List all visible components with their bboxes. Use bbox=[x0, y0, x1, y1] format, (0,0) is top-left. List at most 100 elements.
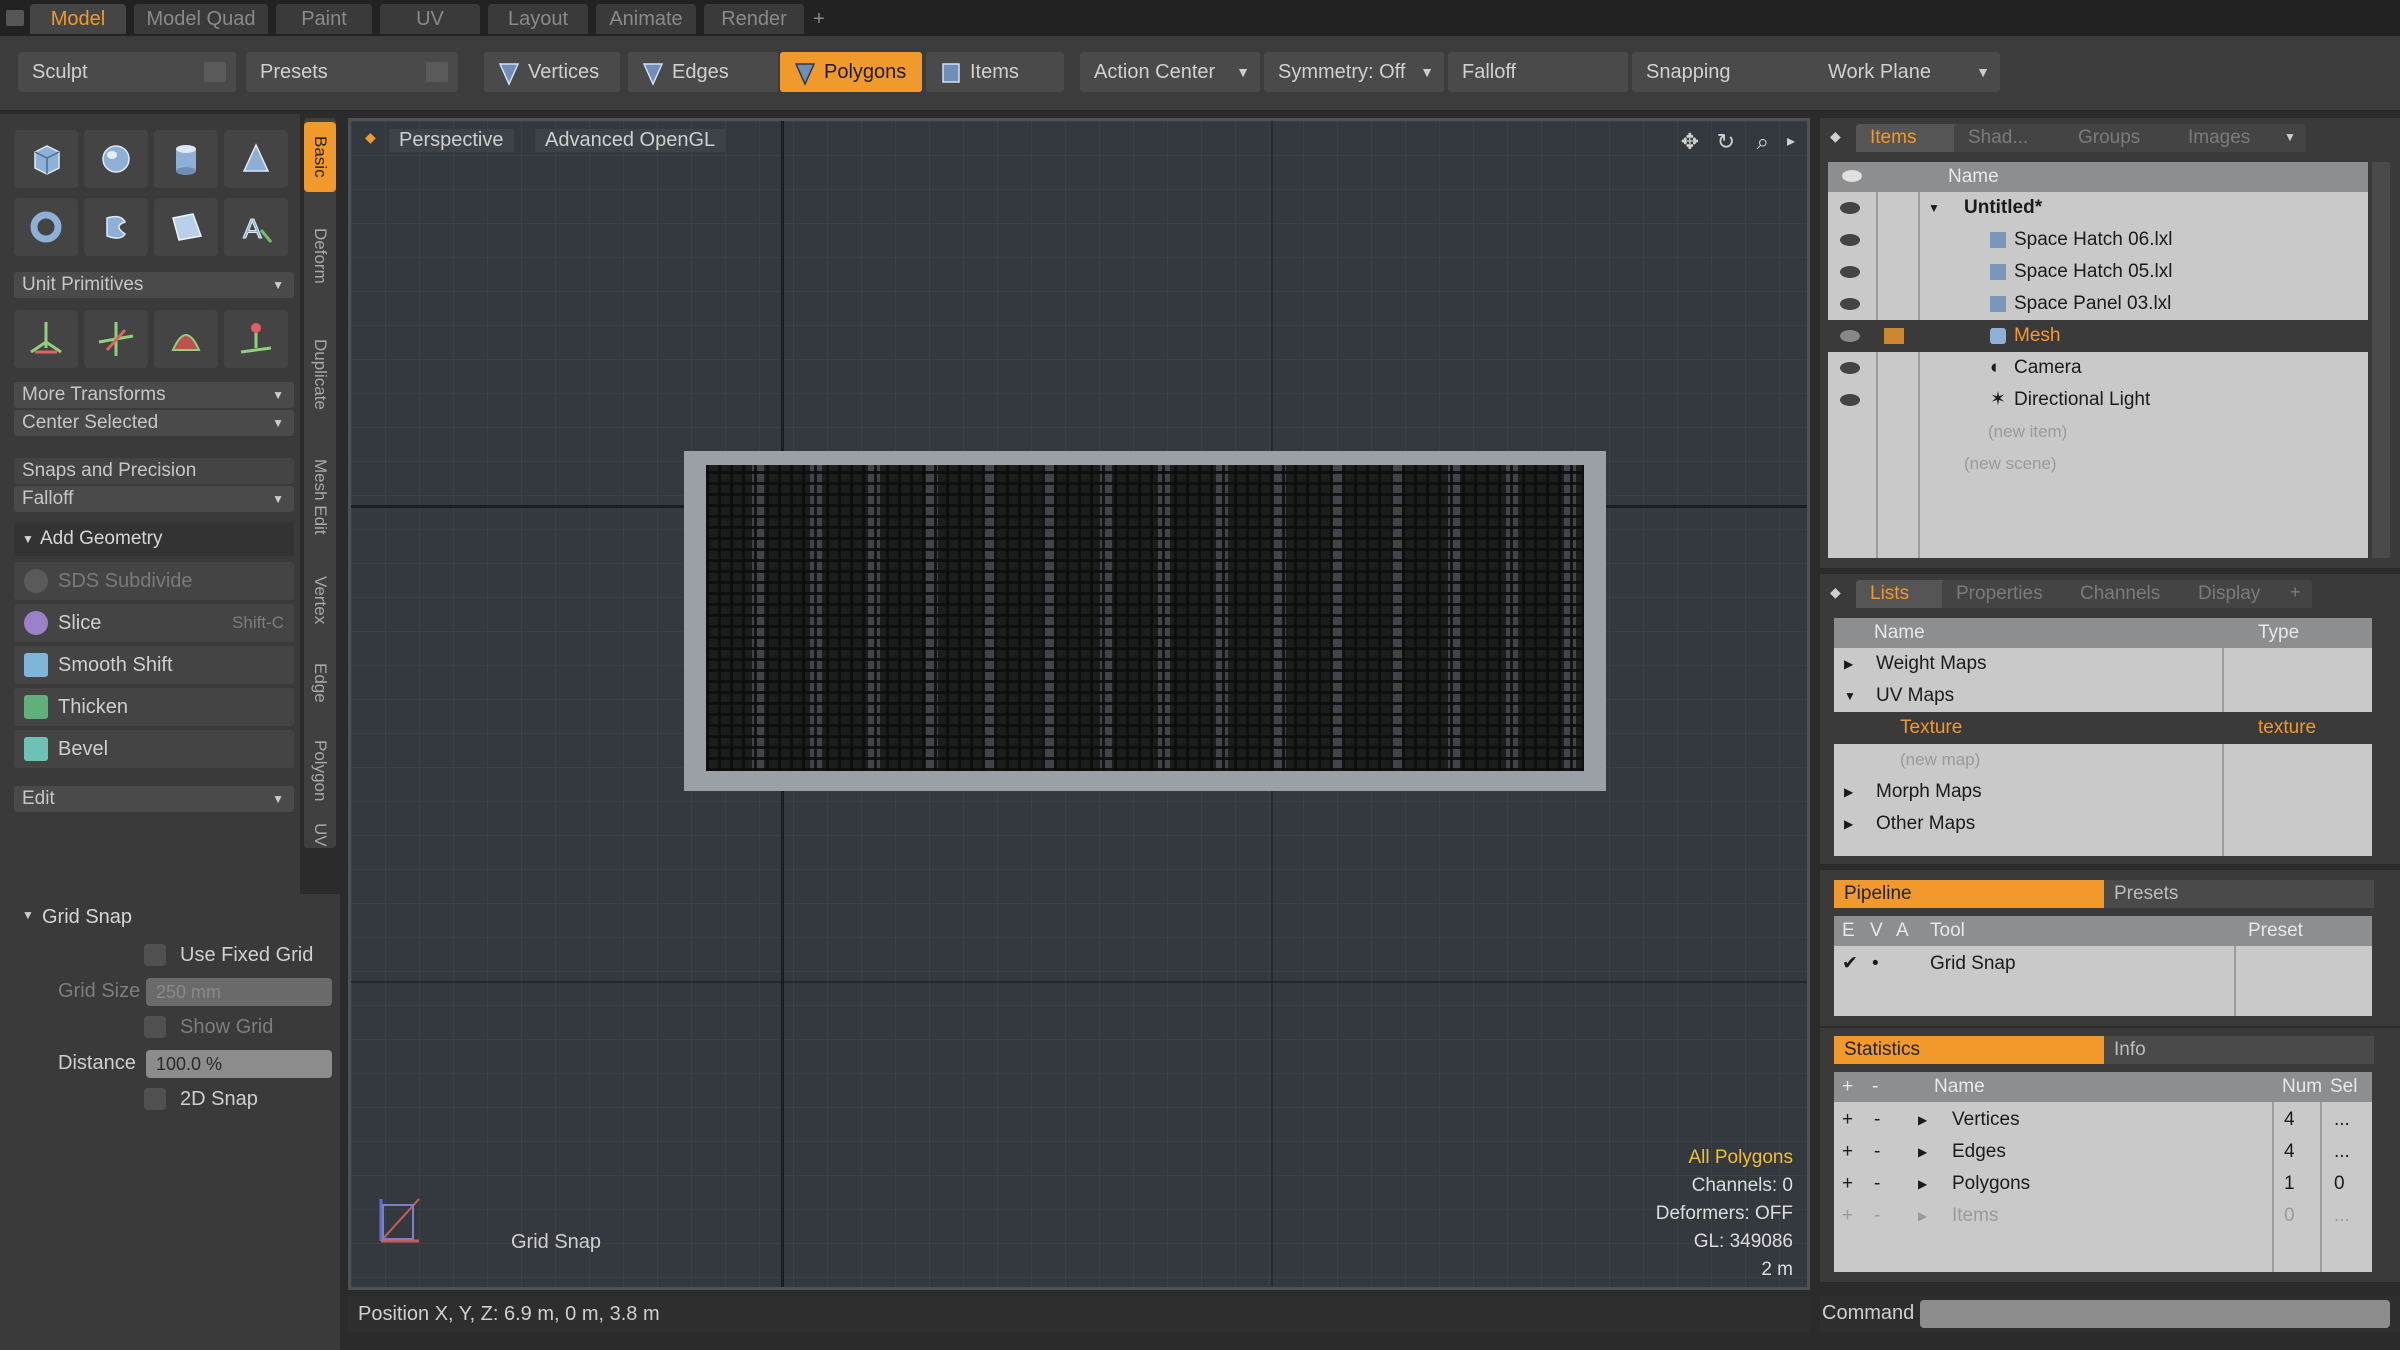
command-input[interactable] bbox=[1920, 1300, 2390, 1328]
item-row-scene[interactable]: ▼ Untitled* bbox=[1828, 192, 2368, 224]
expand-arrow-icon[interactable]: ▶ bbox=[1918, 1200, 1927, 1232]
add-geometry-header[interactable]: ▼ Add Geometry bbox=[14, 522, 294, 556]
pipeline-tool-row[interactable]: ✔ • Grid Snap bbox=[1834, 948, 2372, 980]
torus-tool[interactable] bbox=[14, 198, 78, 256]
add-tab-button[interactable]: + bbox=[808, 4, 830, 34]
more-transforms-dropdown[interactable]: More Transforms ▼ bbox=[14, 382, 294, 408]
item-list-scrollbar[interactable] bbox=[2372, 162, 2390, 558]
stats-row-vertices[interactable]: + - ▶ Vertices 4 ... bbox=[1834, 1104, 2372, 1136]
item-row[interactable]: Space Hatch 06.lxl bbox=[1828, 224, 2368, 256]
visibility-eye-icon[interactable] bbox=[1840, 362, 1860, 374]
lock-icon[interactable] bbox=[1884, 328, 1904, 344]
vtab-polygon[interactable]: Polygon bbox=[304, 726, 336, 816]
stats-row-items[interactable]: + - ▶ Items 0 ... bbox=[1834, 1200, 2372, 1232]
sds-subdivide-tool[interactable]: SDS Subdivide bbox=[14, 562, 294, 600]
vtab-basic[interactable]: Basic bbox=[304, 122, 336, 192]
capsule-tool[interactable] bbox=[84, 198, 148, 256]
item-row-selected[interactable]: Mesh bbox=[1828, 320, 2368, 352]
new-item-row[interactable]: (new item) bbox=[1828, 416, 2368, 448]
sphere-tool[interactable] bbox=[84, 130, 148, 188]
symmetry-dropdown[interactable]: Symmetry: Off ▼ bbox=[1264, 52, 1444, 92]
tab-layout[interactable]: Layout bbox=[488, 4, 588, 34]
tab-paint[interactable]: Paint bbox=[276, 4, 372, 34]
slice-tool[interactable]: Slice Shift-C bbox=[14, 604, 294, 642]
remove-selection-icon[interactable]: - bbox=[1874, 1104, 1880, 1136]
expand-arrow-icon[interactable]: ▼ bbox=[1928, 192, 1940, 224]
items-mode-button[interactable]: Items bbox=[926, 52, 1064, 92]
map-row-selected[interactable]: Texture texture bbox=[1834, 712, 2372, 744]
scale-tool[interactable] bbox=[154, 310, 218, 368]
enabled-check-icon[interactable]: ✔ bbox=[1842, 948, 1858, 980]
item-row[interactable]: Space Panel 03.lxl bbox=[1828, 288, 2368, 320]
vtab-uv[interactable]: UV bbox=[304, 822, 336, 848]
tab-pipeline-presets[interactable]: Presets bbox=[2104, 880, 2374, 908]
visibility-eye-icon[interactable] bbox=[1840, 266, 1860, 278]
visibility-eye-icon[interactable] bbox=[1840, 234, 1860, 246]
viewport-menu-icon[interactable]: ◆ bbox=[365, 129, 376, 146]
falloff-dropdown[interactable]: Falloff ▼ bbox=[14, 486, 294, 512]
grid-size-field[interactable]: 250 mm bbox=[146, 978, 332, 1006]
map-category-row[interactable]: ▶ Morph Maps bbox=[1834, 776, 2372, 808]
visibility-eye-icon[interactable] bbox=[1840, 298, 1860, 310]
transform-tool[interactable] bbox=[224, 310, 288, 368]
snapping-button[interactable]: Snapping bbox=[1632, 52, 1822, 92]
vertices-mode-button[interactable]: Vertices bbox=[484, 52, 620, 92]
add-selection-icon[interactable]: + bbox=[1842, 1136, 1853, 1168]
vtab-mesh-edit[interactable]: Mesh Edit bbox=[304, 442, 336, 552]
move-tool[interactable] bbox=[14, 310, 78, 368]
plane-tool[interactable] bbox=[154, 198, 218, 256]
tab-model-quad[interactable]: Model Quad bbox=[134, 4, 268, 34]
vtab-edge[interactable]: Edge bbox=[304, 648, 336, 718]
tab-uv[interactable]: UV bbox=[380, 4, 480, 34]
unit-primitives-dropdown[interactable]: Unit Primitives ▼ bbox=[14, 272, 294, 298]
presets-button[interactable]: Presets bbox=[246, 52, 458, 92]
viewport-options-icon[interactable]: ▸ bbox=[1787, 131, 1795, 151]
tab-animate[interactable]: Animate bbox=[596, 4, 696, 34]
snaps-precision-header[interactable]: Snaps and Precision bbox=[14, 458, 294, 484]
2d-snap-checkbox[interactable] bbox=[144, 1088, 166, 1110]
action-center-dropdown[interactable]: Action Center ▼ bbox=[1080, 52, 1260, 92]
map-category-row[interactable]: ▶ Other Maps bbox=[1834, 808, 2372, 840]
zoom-icon[interactable]: ⌕ bbox=[1757, 129, 1769, 155]
bevel-tool[interactable]: Bevel bbox=[14, 730, 294, 768]
cone-tool[interactable] bbox=[224, 130, 288, 188]
new-scene-row[interactable]: (new scene) bbox=[1828, 448, 2368, 480]
panel-menu-icon[interactable]: ◆ bbox=[1830, 584, 1841, 601]
visibility-eye-icon[interactable] bbox=[1840, 330, 1860, 342]
vtab-duplicate[interactable]: Duplicate bbox=[304, 314, 336, 434]
rotate-tool[interactable] bbox=[84, 310, 148, 368]
work-plane-dropdown[interactable]: Work Plane ▼ bbox=[1814, 52, 2000, 92]
stats-row-edges[interactable]: + - ▶ Edges 4 ... bbox=[1834, 1136, 2372, 1168]
edges-mode-button[interactable]: Edges bbox=[628, 52, 778, 92]
vtab-deform[interactable]: Deform bbox=[304, 206, 336, 306]
tab-statistics[interactable]: Statistics bbox=[1834, 1036, 2104, 1064]
edit-dropdown[interactable]: Edit ▼ bbox=[14, 786, 294, 812]
stats-row-polygons[interactable]: + - ▶ Polygons 1 0 bbox=[1834, 1168, 2372, 1200]
add-tab-icon[interactable]: + bbox=[2290, 582, 2301, 603]
expand-arrow-icon[interactable]: ▶ bbox=[1844, 776, 1853, 808]
collapse-arrow-icon[interactable]: ▼ bbox=[1844, 680, 1856, 712]
show-grid-checkbox[interactable] bbox=[144, 1016, 166, 1038]
smooth-shift-tool[interactable]: Smooth Shift bbox=[14, 646, 294, 684]
item-row[interactable]: ◐ Camera bbox=[1828, 352, 2368, 384]
thicken-tool[interactable]: Thicken bbox=[14, 688, 294, 726]
use-fixed-grid-checkbox[interactable] bbox=[144, 944, 166, 966]
new-map-row[interactable]: (new map) bbox=[1834, 744, 2372, 776]
add-selection-icon[interactable]: + bbox=[1842, 1168, 1853, 1200]
panel-menu-icon[interactable]: ◆ bbox=[1830, 128, 1841, 145]
tab-render[interactable]: Render bbox=[704, 4, 804, 34]
expand-arrow-icon[interactable]: ▶ bbox=[1918, 1136, 1927, 1168]
vtab-vertex[interactable]: Vertex bbox=[304, 560, 336, 640]
viewport-perspective-menu[interactable]: Perspective bbox=[389, 129, 514, 152]
polygons-mode-button[interactable]: Polygons bbox=[780, 52, 922, 92]
tab-pipeline[interactable]: Pipeline bbox=[1834, 880, 2104, 908]
remove-selection-icon[interactable]: - bbox=[1874, 1168, 1880, 1200]
remove-selection-icon[interactable]: - bbox=[1874, 1200, 1880, 1232]
app-menu-icon[interactable] bbox=[6, 10, 24, 26]
expand-arrow-icon[interactable]: ▶ bbox=[1918, 1104, 1927, 1136]
distance-field[interactable]: 100.0 % bbox=[146, 1050, 332, 1078]
tab-info[interactable]: Info bbox=[2104, 1036, 2374, 1064]
visible-dot-icon[interactable]: • bbox=[1872, 948, 1879, 980]
tab-model[interactable]: Model bbox=[30, 4, 126, 34]
cube-tool[interactable] bbox=[14, 130, 78, 188]
